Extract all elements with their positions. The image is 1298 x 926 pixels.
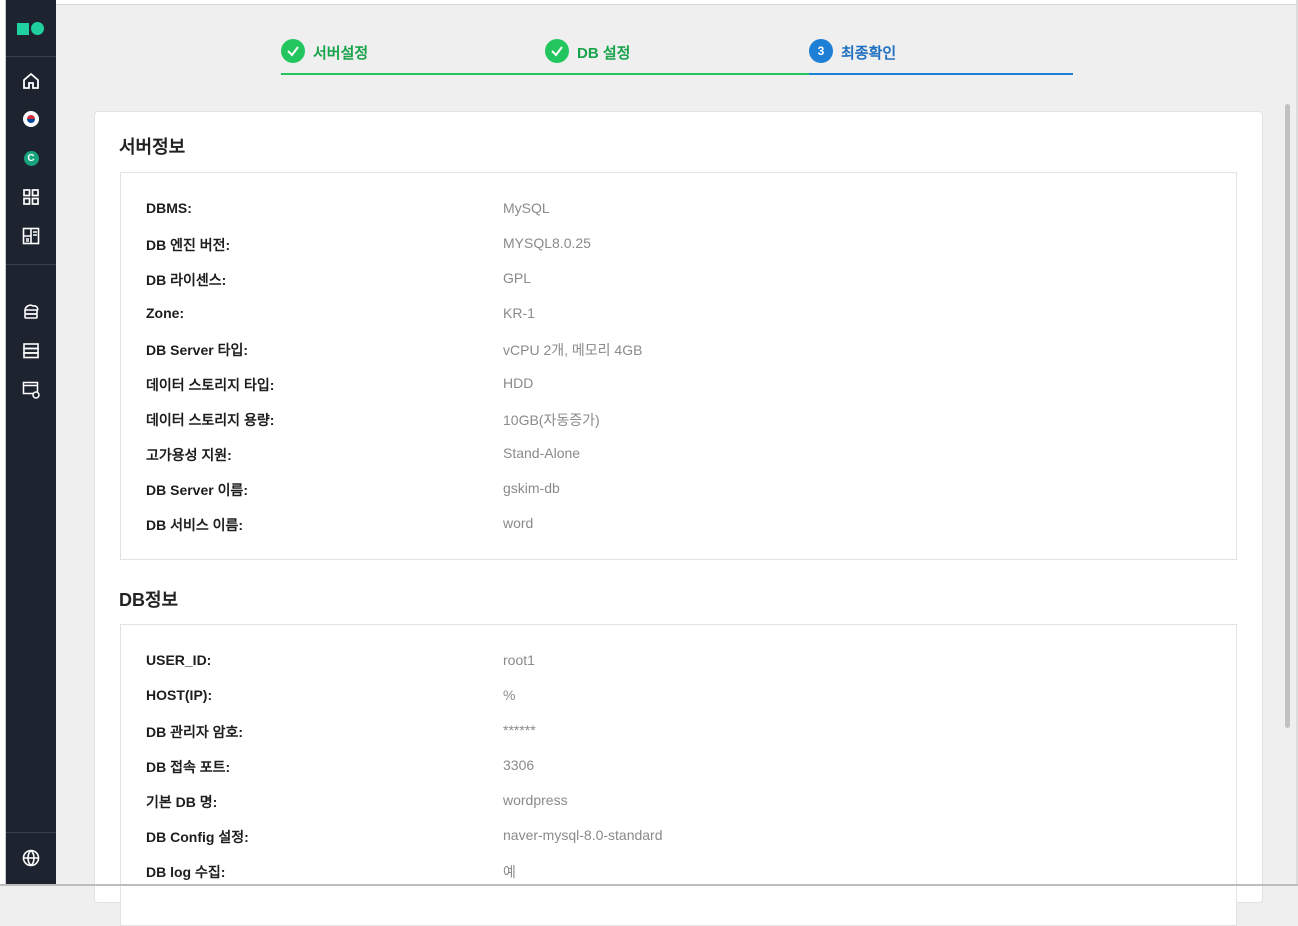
row-key: 기본 DB 명: — [146, 794, 218, 810]
sidebar-divider — [6, 56, 56, 57]
step-label: DB 설정 — [577, 45, 631, 62]
row-value: MYSQL8.0.25 — [503, 235, 591, 251]
stepper: 서버설정 DB 설정 3 최종확인 — [281, 37, 1073, 75]
row-value: HDD — [503, 375, 534, 391]
c-badge-icon[interactable]: C — [20, 147, 42, 169]
row-key: DBMS: — [146, 200, 192, 216]
row-key: 데이터 스토리지 용량: — [146, 412, 275, 428]
row-value: root1 — [503, 652, 535, 668]
grid-icon[interactable] — [20, 186, 42, 208]
korea-flag-icon[interactable] — [20, 108, 42, 130]
step-db-settings[interactable]: DB 설정 — [545, 37, 809, 75]
step-final-confirm[interactable]: 3 최종확인 — [809, 37, 1073, 75]
info-row: DB Server 이름: gskim-db — [146, 480, 1206, 500]
row-key: DB 관리자 암호: — [146, 724, 244, 740]
step-underline — [545, 73, 809, 75]
info-row: DB 라이센스: GPL — [146, 270, 1206, 290]
sidebar-divider — [6, 832, 56, 833]
info-row: USER_ID: root1 — [146, 652, 1206, 672]
row-value: 10GB(자동증가) — [503, 412, 600, 428]
row-key: DB log 수집: — [146, 864, 226, 880]
row-value: word — [503, 515, 534, 531]
info-row: DB 엔진 버전: MYSQL8.0.25 — [146, 235, 1206, 255]
server-icon[interactable] — [20, 340, 42, 362]
row-value: % — [503, 687, 516, 703]
step-label: 최종확인 — [841, 45, 897, 62]
info-row: DB Config 설정: naver-mysql-8.0-standard — [146, 827, 1206, 847]
info-row: DB Server 타입: vCPU 2개, 메모리 4GB — [146, 340, 1206, 360]
row-value: 3306 — [503, 757, 535, 773]
row-value: Stand-Alone — [503, 445, 581, 461]
step-number: 3 — [809, 39, 833, 63]
db-monitor-icon[interactable] — [20, 379, 42, 401]
info-row: 고가용성 지원: Stand-Alone — [146, 445, 1206, 465]
sidebar-divider — [6, 264, 56, 265]
step-underline — [281, 73, 545, 75]
step-server-settings[interactable]: 서버설정 — [281, 37, 545, 75]
row-value: wordpress — [503, 792, 568, 808]
row-value: vCPU 2개, 메모리 4GB — [503, 342, 643, 358]
row-key: USER_ID: — [146, 652, 212, 668]
row-key: DB 서비스 이름: — [146, 517, 244, 533]
info-row: DB 서비스 이름: word — [146, 515, 1206, 535]
info-row: 데이터 스토리지 용량: 10GB(자동증가) — [146, 410, 1206, 430]
step-underline — [809, 73, 1073, 75]
globe-icon[interactable] — [20, 847, 42, 869]
row-value: GPL — [503, 270, 532, 286]
window-top-border — [5, 0, 1298, 5]
db-info-title: DB정보 — [119, 590, 179, 610]
info-row: DB 접속 포트: 3306 — [146, 757, 1206, 777]
check-icon — [545, 39, 569, 63]
row-value: MySQL — [503, 200, 550, 216]
row-key: DB 엔진 버전: — [146, 237, 231, 253]
row-value: 예 — [503, 864, 516, 880]
sidebar: C — [6, 0, 56, 886]
info-row: DB 관리자 암호: ****** — [146, 722, 1206, 742]
row-value: gskim-db — [503, 480, 560, 496]
row-value: naver-mysql-8.0-standard — [503, 827, 663, 843]
row-key: DB 접속 포트: — [146, 759, 231, 775]
c-badge-letter: C — [23, 150, 39, 166]
row-key: 데이터 스토리지 타입: — [146, 377, 275, 393]
info-row: Zone: KR-1 — [146, 305, 1206, 325]
server-info-box: DBMS: MySQL DB 엔진 버전: MYSQL8.0.25 DB 라이센… — [120, 172, 1237, 560]
db-info-box: USER_ID: root1 HOST(IP): % DB 관리자 암호: **… — [120, 624, 1237, 926]
logo[interactable] — [17, 22, 47, 36]
row-key: DB Server 이름: — [146, 482, 249, 498]
row-key: HOST(IP): — [146, 687, 213, 703]
info-row: HOST(IP): % — [146, 687, 1206, 707]
summary-card: 서버정보 DBMS: MySQL DB 엔진 버전: MYSQL8.0.25 D… — [94, 111, 1263, 926]
home-icon[interactable] — [20, 70, 42, 92]
scrollbar-thumb[interactable] — [1285, 104, 1290, 728]
info-row: 기본 DB 명: wordpress — [146, 792, 1206, 812]
page-scrollbar[interactable] — [1282, 100, 1292, 886]
row-key: DB Server 타입: — [146, 342, 249, 358]
row-key: DB 라이센스: — [146, 272, 227, 288]
row-key: DB Config 설정: — [146, 829, 249, 845]
info-row: DB log 수집: 예 — [146, 862, 1206, 882]
check-icon — [281, 39, 305, 63]
row-key: 고가용성 지원: — [146, 447, 232, 463]
row-value: KR-1 — [503, 305, 535, 321]
dashboard-icon[interactable] — [20, 225, 42, 247]
row-key: Zone: — [146, 305, 185, 321]
cloud-db-icon[interactable] — [20, 300, 42, 322]
step-label: 서버설정 — [313, 45, 369, 62]
server-info-title: 서버정보 — [119, 137, 186, 157]
info-row: DBMS: MySQL — [146, 200, 1206, 220]
info-row: 데이터 스토리지 타입: HDD — [146, 375, 1206, 395]
row-value: ****** — [503, 722, 536, 738]
